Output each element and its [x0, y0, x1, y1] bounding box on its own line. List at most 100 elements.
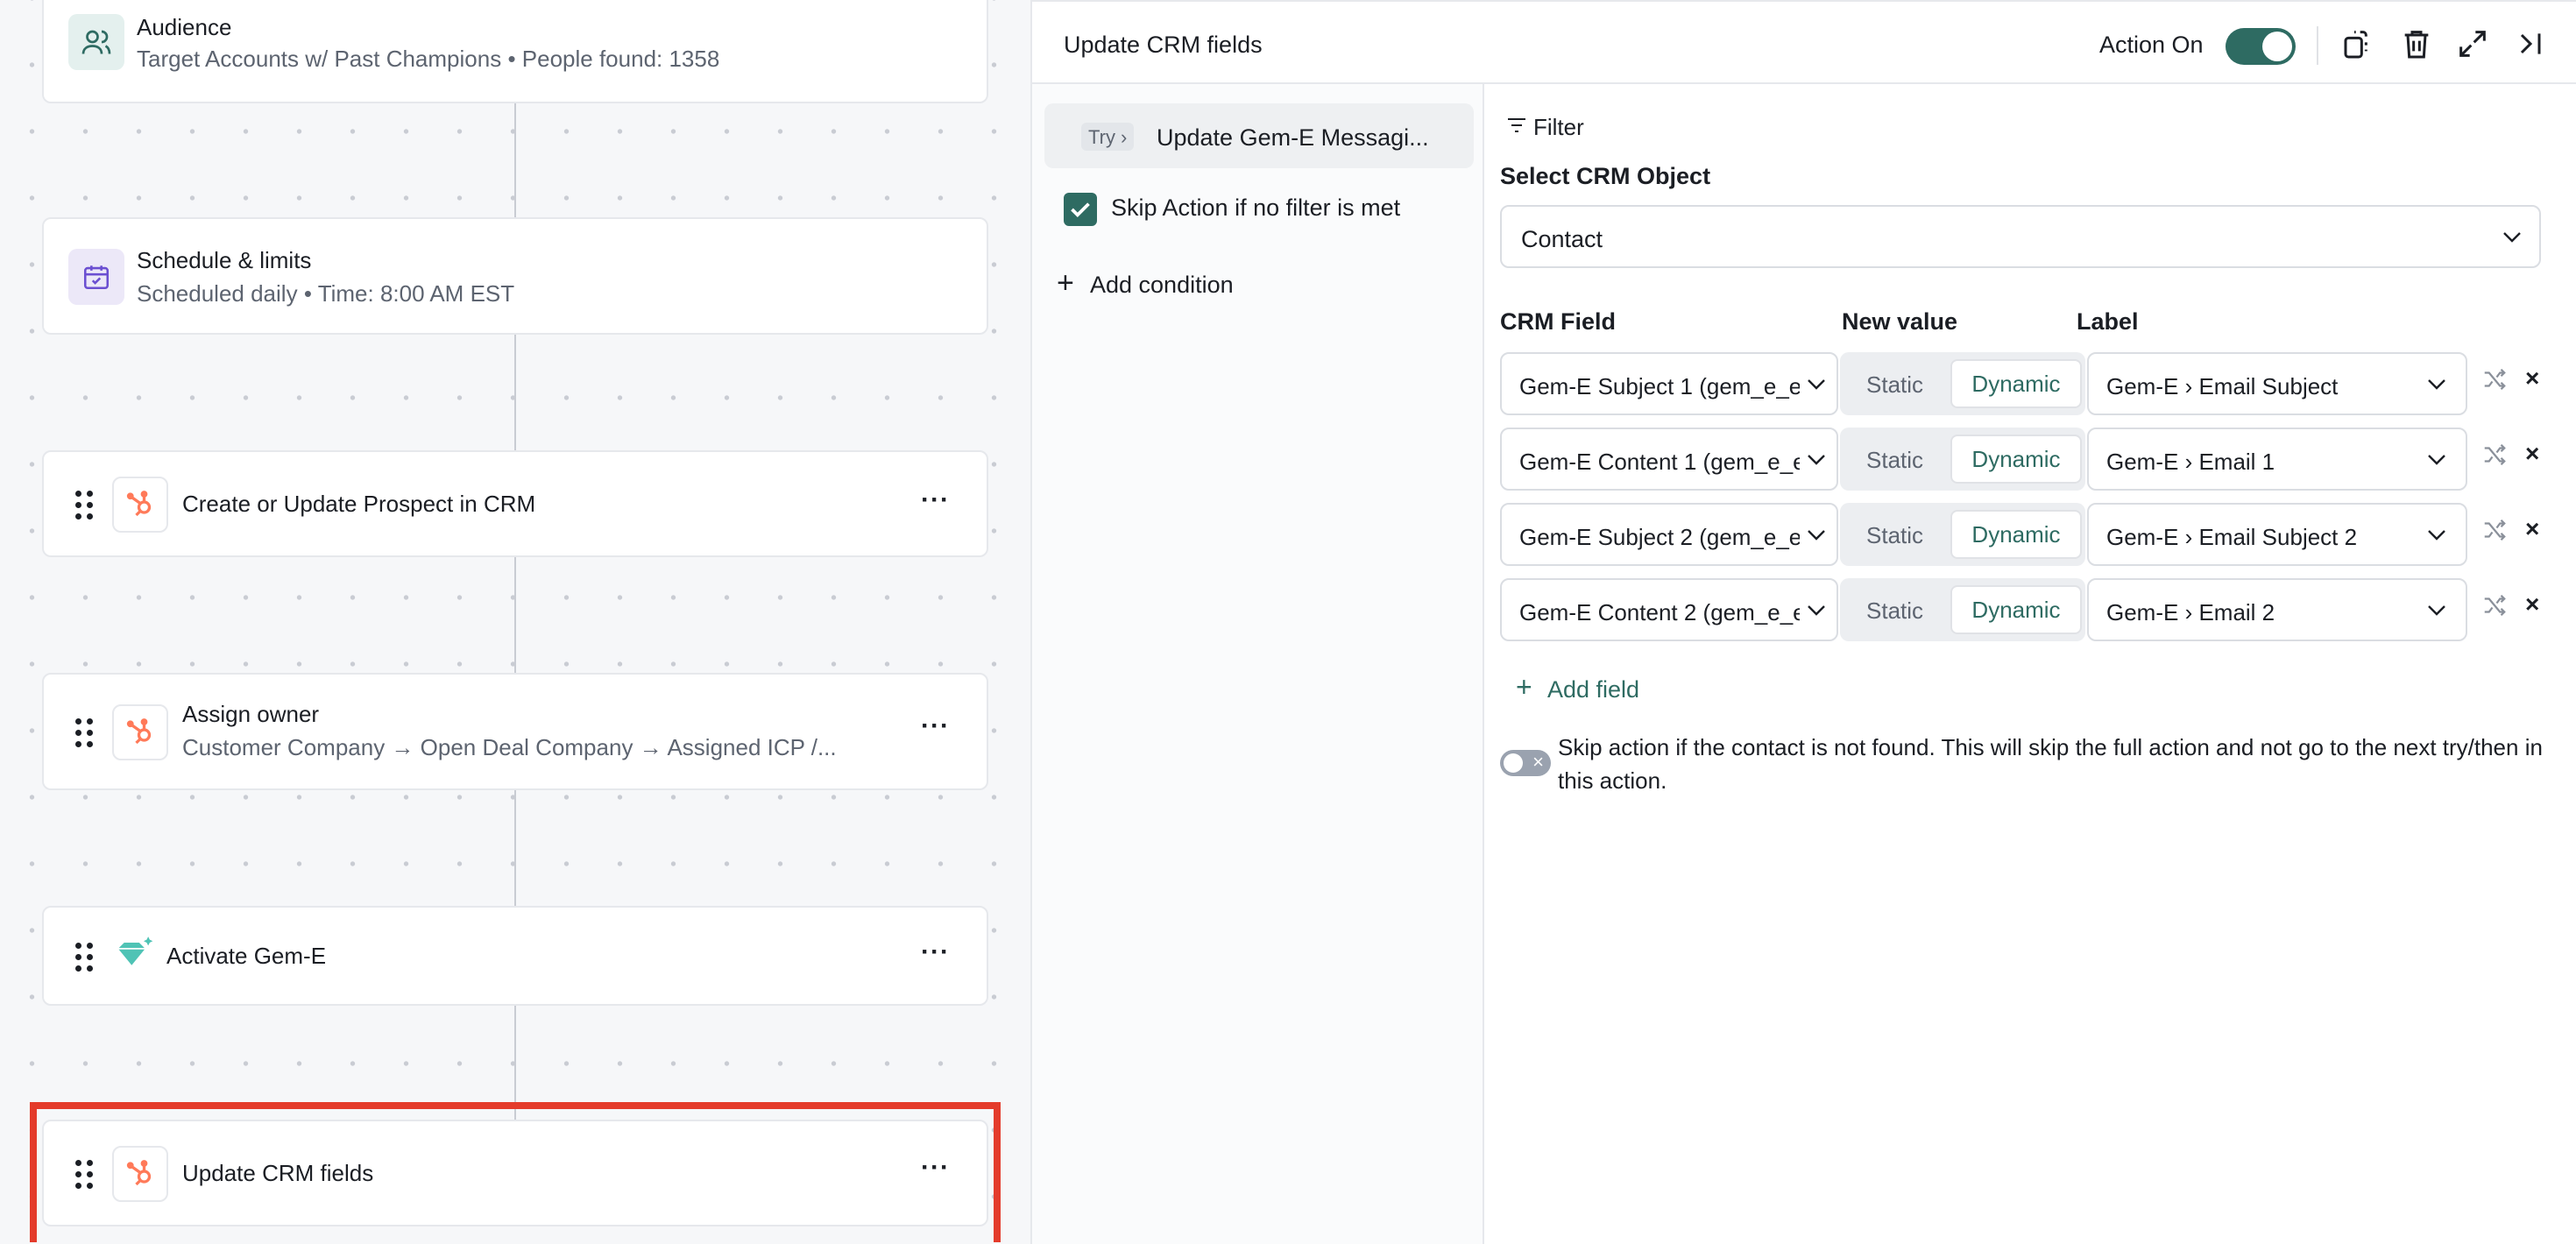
remove-field-icon[interactable]: × — [2525, 440, 2539, 468]
step-title: Activate Gem-E — [166, 943, 327, 969]
chevron-down-icon — [2503, 232, 2521, 243]
field-row: Gem-E Content 1 (gem_e_email_1) Static D… — [1500, 428, 2576, 491]
try-item[interactable]: Try › Update Gem-E Messagi... — [1044, 103, 1474, 168]
chevron-down-icon — [1808, 379, 1825, 390]
trash-icon[interactable] — [2399, 26, 2434, 61]
step-card-activate-gem-e[interactable]: Activate Gem-E ··· — [42, 906, 988, 1006]
remove-field-icon[interactable]: × — [2525, 364, 2539, 392]
label-value: Gem-E › Email Subject — [2106, 373, 2339, 399]
label-select[interactable]: Gem-E › Email Subject — [2087, 352, 2467, 415]
panel-header: Update CRM fields Action On — [1032, 0, 2576, 84]
static-option[interactable]: Static — [1866, 447, 1923, 474]
connector-line — [514, 557, 516, 673]
crm-field-select[interactable]: Gem-E Content 2 (gem_e_email_2) — [1500, 578, 1838, 641]
workflow-canvas[interactable]: Audience Target Accounts w/ Past Champio… — [0, 0, 1030, 1244]
chevron-down-icon — [2428, 605, 2445, 616]
shuffle-icon[interactable] — [2481, 592, 2508, 618]
crm-field-select[interactable]: Gem-E Subject 1 (gem_e_email_subject_1) — [1500, 352, 1838, 415]
add-condition-button[interactable]: Add condition — [1090, 272, 1234, 299]
chevron-down-icon — [1808, 530, 1825, 541]
try-label: Update Gem-E Messagi... — [1157, 124, 1429, 151]
schedule-subtitle: Scheduled daily • Time: 8:00 AM EST — [137, 280, 514, 307]
connector-line — [514, 103, 516, 217]
hubspot-icon — [112, 477, 168, 533]
filter-button[interactable]: Filter — [1533, 114, 1584, 141]
chevron-down-icon — [2428, 379, 2445, 390]
label-header: Label — [2077, 308, 2139, 335]
audience-name: Target Accounts w/ Past Champions — [137, 46, 502, 72]
new-value-header: New value — [1842, 308, 1958, 335]
gem-icon — [109, 929, 158, 978]
crm-fields-editor: Filter Select CRM Object Contact CRM Fie… — [1486, 84, 2576, 1244]
select-crm-object-label: Select CRM Object — [1500, 163, 1711, 189]
shuffle-icon[interactable] — [2481, 442, 2508, 468]
dynamic-option[interactable]: Dynamic — [1950, 510, 2082, 559]
schedule-card[interactable]: Schedule & limits Scheduled daily • Time… — [42, 217, 988, 335]
step-card-create-prospect[interactable]: Create or Update Prospect in CRM ··· — [42, 450, 988, 557]
check-icon — [1071, 202, 1090, 218]
more-options-icon[interactable]: ··· — [921, 939, 950, 965]
selection-highlight — [30, 1102, 1001, 1242]
crm-field-value: Gem-E Subject 2 (gem_e_email_subject_2) — [1519, 524, 1800, 550]
users-icon — [68, 14, 124, 70]
more-options-icon[interactable]: ··· — [921, 487, 950, 513]
static-option[interactable]: Static — [1866, 597, 1923, 625]
value-mode-toggle: Static Dynamic — [1840, 503, 2085, 566]
duplicate-icon[interactable] — [2341, 26, 2376, 61]
drag-handle-icon[interactable] — [75, 943, 93, 972]
schedule-time: Time: 8:00 AM EST — [317, 280, 515, 307]
skip-if-not-found-text: Skip action if the contact is not found.… — [1558, 734, 2543, 794]
crm-field-select[interactable]: Gem-E Subject 2 (gem_e_email_subject_2) — [1500, 503, 1838, 566]
shuffle-icon[interactable] — [2481, 366, 2508, 392]
separator: • — [303, 280, 312, 307]
chevron-down-icon — [2428, 455, 2445, 465]
add-field-button[interactable]: Add field — [1547, 676, 1639, 703]
value-mode-toggle: Static Dynamic — [1840, 428, 2085, 491]
label-select[interactable]: Gem-E › Email Subject 2 — [2087, 503, 2467, 566]
hubspot-icon — [112, 704, 168, 760]
audience-card[interactable]: Audience Target Accounts w/ Past Champio… — [42, 0, 988, 103]
dynamic-option[interactable]: Dynamic — [1950, 585, 2082, 634]
try-chip: Try › — [1081, 123, 1135, 151]
static-option[interactable]: Static — [1866, 371, 1923, 399]
step-card-assign-owner[interactable]: Assign owner Customer Company → Open Dea… — [42, 673, 988, 790]
label-value: Gem-E › Email 1 — [2106, 449, 2275, 475]
shuffle-icon[interactable] — [2481, 517, 2508, 543]
crm-object-select[interactable]: Contact — [1500, 205, 2541, 268]
remove-field-icon[interactable]: × — [2525, 515, 2539, 543]
header-divider — [2317, 26, 2318, 65]
more-options-icon[interactable]: ··· — [921, 713, 950, 739]
crm-field-select[interactable]: Gem-E Content 1 (gem_e_email_1) — [1500, 428, 1838, 491]
connector-line — [514, 790, 516, 906]
action-on-toggle[interactable] — [2226, 28, 2296, 65]
crm-field-value: Gem-E Content 2 (gem_e_email_2) — [1519, 599, 1800, 626]
schedule-title: Schedule & limits — [137, 247, 312, 273]
plus-icon[interactable]: + — [1057, 268, 1074, 298]
step-title: Create or Update Prospect in CRM — [182, 491, 536, 517]
plus-icon[interactable]: + — [1516, 673, 1532, 701]
collapse-panel-icon[interactable] — [2513, 26, 2548, 61]
connector-line — [514, 335, 516, 450]
chevron-down-icon — [2428, 530, 2445, 541]
dynamic-option[interactable]: Dynamic — [1950, 359, 2082, 408]
skip-if-not-found-toggle[interactable] — [1500, 750, 1551, 776]
schedule-frequency: Scheduled daily — [137, 280, 298, 307]
field-row: Gem-E Subject 1 (gem_e_email_subject_1) … — [1500, 352, 2576, 415]
filter-icon[interactable] — [1507, 117, 1526, 133]
audience-subtitle: Target Accounts w/ Past Champions • Peop… — [137, 46, 719, 73]
crm-field-header: CRM Field — [1500, 308, 1616, 335]
skip-action-checkbox[interactable] — [1064, 193, 1097, 226]
drag-handle-icon[interactable] — [75, 718, 93, 747]
remove-field-icon[interactable]: × — [2525, 590, 2539, 618]
static-option[interactable]: Static — [1866, 522, 1923, 549]
label-select[interactable]: Gem-E › Email 1 — [2087, 428, 2467, 491]
crm-field-value: Gem-E Subject 1 (gem_e_email_subject_1) — [1519, 373, 1800, 399]
chevron-down-icon — [1808, 455, 1825, 465]
dynamic-option[interactable]: Dynamic — [1950, 435, 2082, 484]
crm-field-value: Gem-E Content 1 (gem_e_email_1) — [1519, 449, 1800, 475]
action-on-label: Action On — [2099, 32, 2204, 58]
label-select[interactable]: Gem-E › Email 2 — [2087, 578, 2467, 641]
drag-handle-icon[interactable] — [75, 491, 93, 520]
expand-icon[interactable] — [2455, 26, 2490, 61]
value-mode-toggle: Static Dynamic — [1840, 578, 2085, 641]
